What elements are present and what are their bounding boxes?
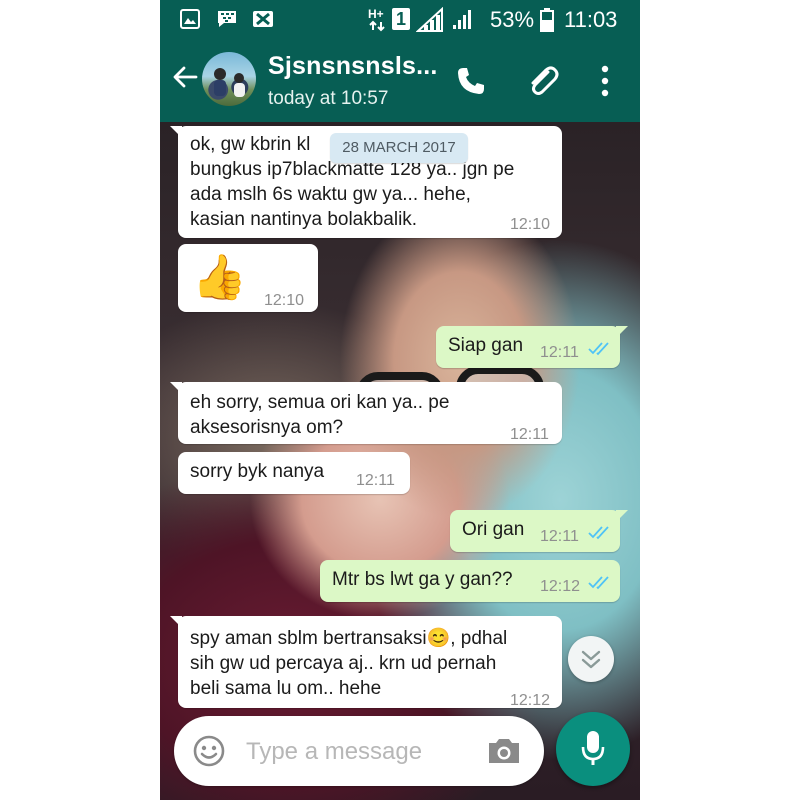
incoming-message[interactable]: 👍 12:10 [178, 244, 318, 312]
contact-avatar[interactable] [202, 52, 256, 106]
message-text: Mtr bs lwt ga y gan?? [332, 569, 513, 590]
message-composer [174, 716, 544, 786]
message-text: eh sorry, semua ori kan ya.. pe aksesori… [190, 390, 560, 440]
more-vert-icon[interactable] [598, 64, 612, 98]
message-line: sih gw ud percaya aj.. krn ud pernah [190, 653, 497, 674]
back-arrow-icon[interactable] [172, 64, 198, 90]
message-time: 12:11 [540, 344, 579, 361]
voice-message-button[interactable] [556, 712, 630, 786]
message-line-part: spy aman sblm bertransaksi [190, 628, 427, 649]
phone-screen: H+ 1 53% 11:03 Sjsnsnsnsls... today at 1… [160, 0, 640, 800]
signal-icon [416, 7, 443, 32]
message-line-part: , pdhal [450, 628, 508, 649]
message-line: spy aman sblm bertransaksi😊, pdhal [190, 626, 560, 651]
avatar-photo [214, 68, 245, 97]
message-time: 12:10 [510, 216, 551, 233]
date-separator: 28 MARCH 2017 [330, 133, 468, 163]
battery-percent: 53% [490, 7, 535, 32]
message-text: sorry byk nanya [190, 461, 325, 482]
battery-icon [540, 8, 554, 32]
status-bar: H+ 1 53% 11:03 [160, 0, 640, 38]
read-ticks-icon [588, 576, 609, 590]
bubble-tail [616, 510, 628, 522]
message-time: 12:10 [264, 292, 305, 309]
double-chevron-down-icon [581, 650, 601, 669]
message-time: 12:11 [510, 426, 549, 443]
outgoing-message[interactable]: Ori gan 12:11 [450, 510, 628, 552]
incoming-message[interactable]: spy aman sblm bertransaksi😊, pdhal sih g… [170, 616, 562, 709]
svg-text:H+: H+ [368, 7, 384, 21]
message-text: Siap gan [448, 335, 524, 356]
blackberry-messenger-icon [218, 11, 236, 27]
hplus-data-icon: H+ [368, 7, 385, 32]
message-line: ada mslh 6s waktu gw ya... hehe, [190, 184, 471, 205]
message-time: 12:11 [540, 528, 579, 545]
message-text: Ori gan [462, 519, 525, 540]
contact-last-seen: today at 10:57 [268, 88, 389, 109]
message-line: kasian nantinya bolakbalik. [190, 209, 418, 230]
chat-header: Sjsnsnsnsls... today at 10:57 [160, 38, 640, 122]
camera-icon[interactable] [486, 736, 522, 766]
read-ticks-icon [588, 526, 609, 540]
phone-icon[interactable] [456, 66, 486, 96]
contact-name[interactable]: Sjsnsnsnsls... [268, 52, 438, 81]
missed-message-icon [253, 11, 273, 27]
message-line: beli sama lu om.. hehe [190, 678, 382, 699]
message-time: 12:12 [510, 692, 551, 709]
scroll-to-bottom-button[interactable] [568, 636, 614, 682]
message-time: 12:12 [540, 578, 581, 595]
paperclip-icon[interactable] [526, 64, 560, 98]
message-input[interactable] [246, 734, 476, 770]
thumbs-up-emoji: 👍 [192, 253, 247, 302]
sim-badge-icon: 1 [392, 8, 410, 30]
incoming-message[interactable]: eh sorry, semua ori kan ya.. pe aksesori… [170, 382, 562, 444]
status-time: 11:03 [564, 7, 618, 32]
bubble-tail [616, 326, 628, 338]
bubble-tail [170, 126, 182, 138]
message-text: spy aman sblm bertransaksi😊, pdhal sih g… [190, 626, 560, 701]
emoji-icon[interactable] [192, 734, 226, 768]
gallery-icon [180, 9, 200, 29]
outgoing-message[interactable]: Siap gan 12:11 [436, 326, 628, 368]
smiling-emoji: 😊 [426, 628, 451, 649]
sim-badge-number: 1 [395, 9, 406, 29]
message-line: eh sorry, semua ori kan ya.. pe [190, 392, 450, 413]
incoming-message[interactable]: sorry byk nanya 12:11 [178, 452, 410, 494]
signal-icon-2 [453, 10, 471, 29]
read-ticks-icon [588, 342, 609, 356]
message-line: aksesorisnya om? [190, 417, 344, 438]
message-time: 12:11 [356, 472, 395, 489]
microphone-icon [581, 731, 605, 765]
bubble-tail [170, 382, 182, 394]
bubble-tail [170, 616, 182, 628]
outgoing-message[interactable]: Mtr bs lwt ga y gan?? 12:12 [320, 560, 620, 602]
